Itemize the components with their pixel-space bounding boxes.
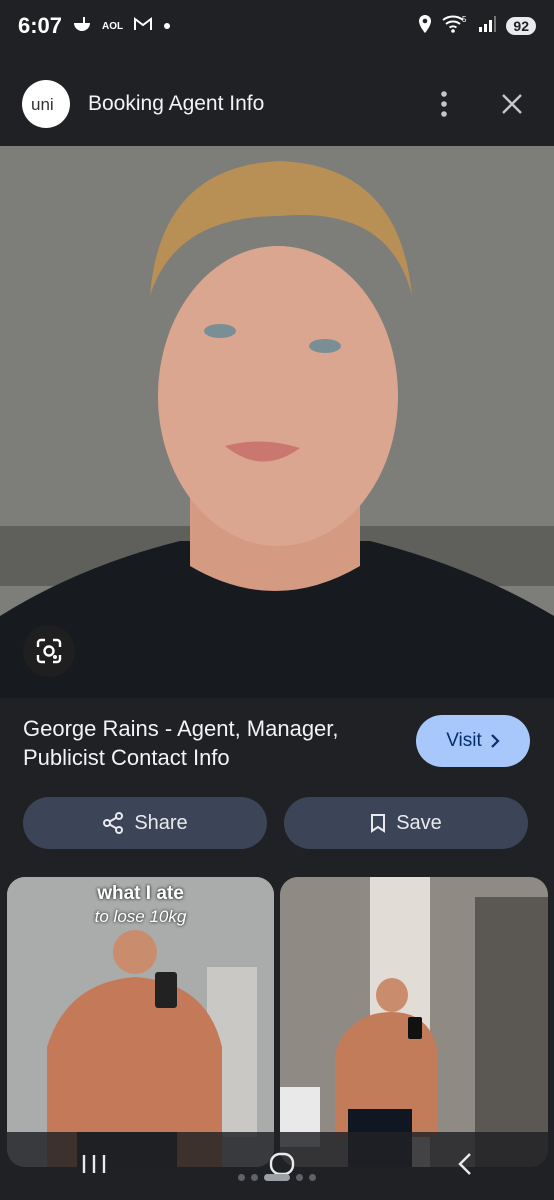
thumb-1-caption-line1: what I ate xyxy=(97,883,184,904)
status-bar: 6:07 AOL 5 92 xyxy=(0,0,554,52)
carousel-dot-active xyxy=(264,1174,290,1181)
status-time: 6:07 xyxy=(18,13,63,38)
result-header: uni Booking Agent Info xyxy=(0,62,554,146)
cell-signal-icon xyxy=(478,15,497,37)
thumb-1-caption-line2: to lose 10kg xyxy=(94,907,187,926)
system-nav-bar xyxy=(0,1132,554,1200)
gmail-icon xyxy=(133,16,153,37)
lens-search-button[interactable] xyxy=(23,625,75,677)
location-icon xyxy=(418,14,432,38)
carousel-dot xyxy=(238,1174,245,1181)
battery-indicator: 92 xyxy=(506,17,536,35)
save-label: Save xyxy=(396,811,442,834)
site-logo[interactable]: uni xyxy=(22,80,70,128)
dot-icon xyxy=(163,17,171,35)
svg-text:uni: uni xyxy=(31,95,54,113)
chevron-right-icon xyxy=(491,734,500,748)
uni-logo-icon: uni xyxy=(31,95,54,113)
svg-text:5: 5 xyxy=(462,15,467,24)
carousel-indicator xyxy=(0,1174,554,1181)
aol-icon: AOL xyxy=(102,20,124,32)
visit-label: Visit xyxy=(446,730,482,751)
close-icon[interactable] xyxy=(492,84,532,124)
notification-icon xyxy=(72,16,92,37)
main-image[interactable] xyxy=(0,146,554,698)
share-label: Share xyxy=(134,811,188,834)
carousel-dot xyxy=(296,1174,303,1181)
visit-button[interactable]: Visit xyxy=(416,715,530,767)
header-title: Booking Agent Info xyxy=(88,92,265,115)
bookmark-icon xyxy=(371,814,386,833)
result-title[interactable]: George Rains - Agent, Manager, Publicist… xyxy=(23,714,393,772)
save-button[interactable]: Save xyxy=(284,797,528,849)
share-icon xyxy=(103,812,124,834)
carousel-dot xyxy=(309,1174,316,1181)
status-left: 6:07 AOL xyxy=(18,13,171,39)
share-button[interactable]: Share xyxy=(23,797,267,849)
related-image-2[interactable] xyxy=(280,877,548,1167)
more-vert-icon[interactable] xyxy=(424,84,464,124)
portrait-illustration xyxy=(0,146,554,698)
related-image-1[interactable]: what I ate to lose 10kg xyxy=(7,877,274,1167)
wifi-icon: 5 xyxy=(442,15,468,38)
thumb-2-illustration xyxy=(280,877,548,1167)
carousel-dot xyxy=(251,1174,258,1181)
lens-icon xyxy=(36,638,62,664)
status-right: 5 92 xyxy=(418,14,536,38)
